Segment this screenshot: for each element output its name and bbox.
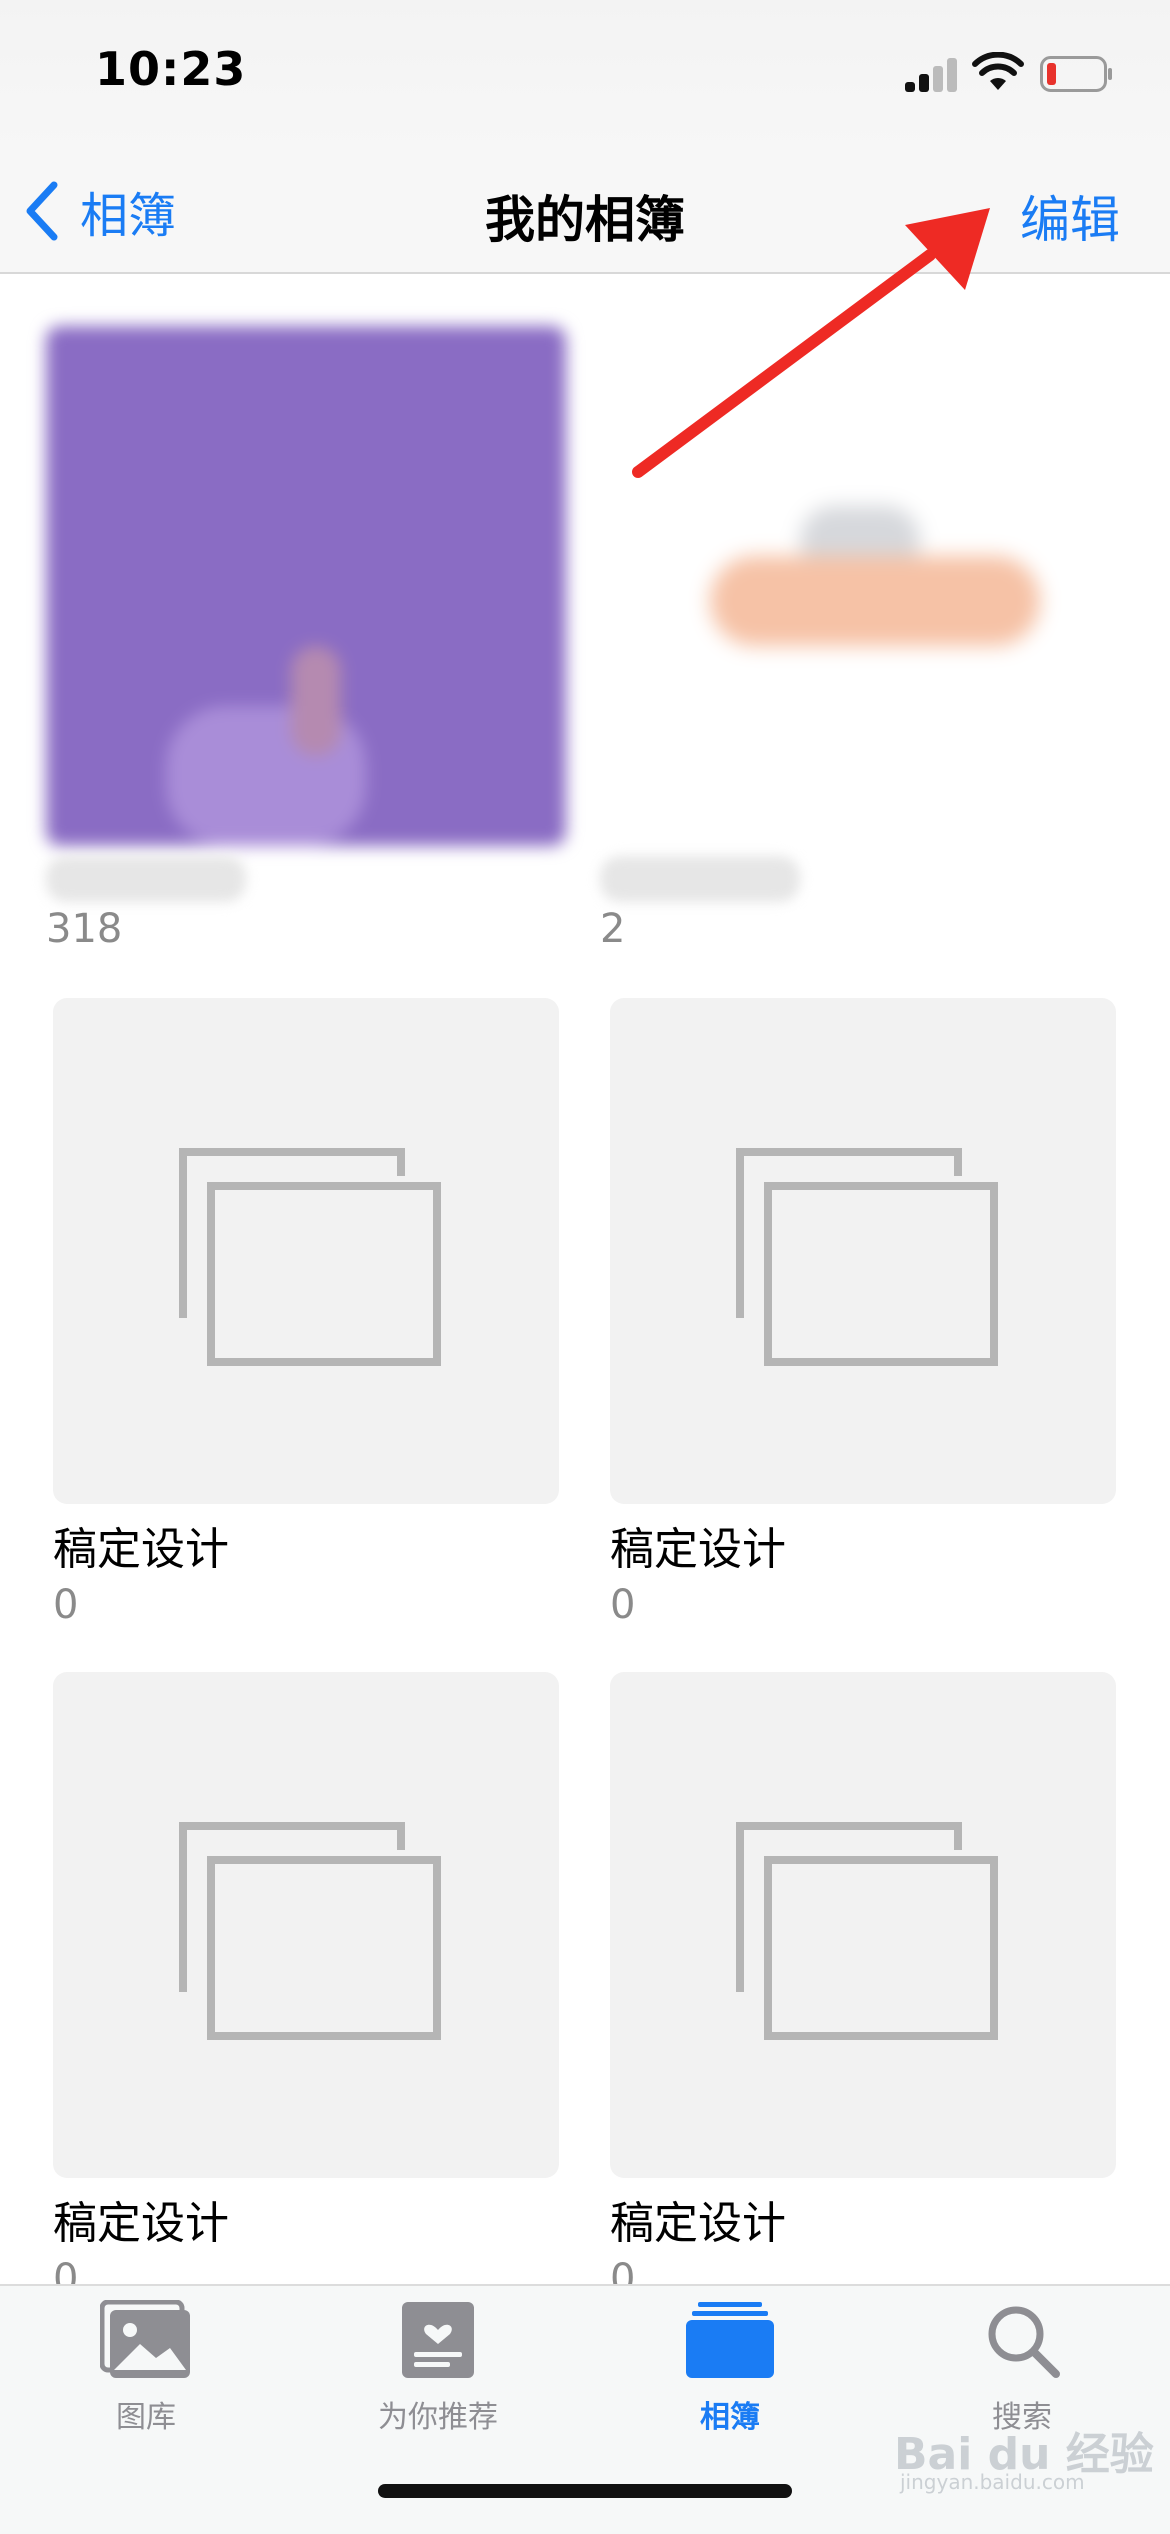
album-count: 318	[46, 906, 123, 952]
album-count: 0	[53, 2256, 79, 2284]
nav-bar: 相簿 我的相簿 编辑	[0, 150, 1170, 274]
albums-icon	[686, 2302, 774, 2378]
album-thumbnail	[53, 1672, 559, 2178]
tab-label: 为你推荐	[378, 2400, 498, 2435]
battery-icon	[1040, 56, 1112, 92]
cellular-signal-icon	[905, 58, 957, 92]
album-item[interactable]: 318	[46, 326, 566, 952]
photo-library-icon	[100, 2300, 190, 2378]
edit-button[interactable]: 编辑	[1020, 180, 1120, 252]
album-count: 0	[610, 1582, 636, 1628]
for-you-icon	[402, 2302, 474, 2378]
album-thumbnail	[53, 998, 559, 1504]
empty-album-icon	[179, 1822, 441, 2040]
tab-label: 图库	[116, 2400, 176, 2435]
search-icon	[988, 2306, 1060, 2378]
album-name: 稿定设计	[53, 2198, 229, 2249]
tab-library[interactable]: 图库	[36, 2300, 256, 2436]
album-thumbnail	[600, 326, 1120, 846]
album-count: 2	[600, 906, 626, 952]
album-item[interactable]: 稿定设计 0	[53, 1672, 559, 2284]
album-name: 稿定设计	[53, 1524, 229, 1575]
watermark-url: jingyan.baidu.com	[900, 2470, 1085, 2494]
album-item[interactable]: 稿定设计 0	[610, 1672, 1116, 2284]
tab-for-you[interactable]: 为你推荐	[328, 2300, 548, 2436]
tab-albums[interactable]: 相簿	[620, 2300, 840, 2436]
empty-album-icon	[736, 1148, 998, 1366]
album-thumbnail	[610, 998, 1116, 1504]
album-thumbnail	[46, 326, 566, 846]
empty-album-icon	[736, 1822, 998, 2040]
album-name-blurred	[46, 856, 246, 902]
empty-album-icon	[179, 1148, 441, 1366]
album-count: 0	[610, 2256, 636, 2284]
page-title: 我的相簿	[485, 191, 685, 249]
home-indicator	[378, 2484, 792, 2498]
album-item[interactable]: 2	[600, 326, 1120, 952]
album-item[interactable]: 稿定设计 0	[53, 998, 559, 1628]
albums-grid: 318 2 稿定设计 0 稿定设计 0 稿定设计 0 稿定设计 0	[0, 274, 1170, 2284]
status-time: 10:23	[95, 42, 247, 96]
wifi-icon	[972, 52, 1024, 90]
album-name: 稿定设计	[610, 2198, 786, 2249]
album-name-blurred	[600, 856, 800, 902]
tab-label: 相簿	[700, 2400, 760, 2435]
tab-search[interactable]: 搜索	[912, 2300, 1132, 2436]
album-item[interactable]: 稿定设计 0	[610, 998, 1116, 1628]
album-name: 稿定设计	[610, 1524, 786, 1575]
album-count: 0	[53, 1582, 79, 1628]
status-bar: 10:23	[0, 0, 1170, 150]
album-thumbnail	[610, 1672, 1116, 2178]
